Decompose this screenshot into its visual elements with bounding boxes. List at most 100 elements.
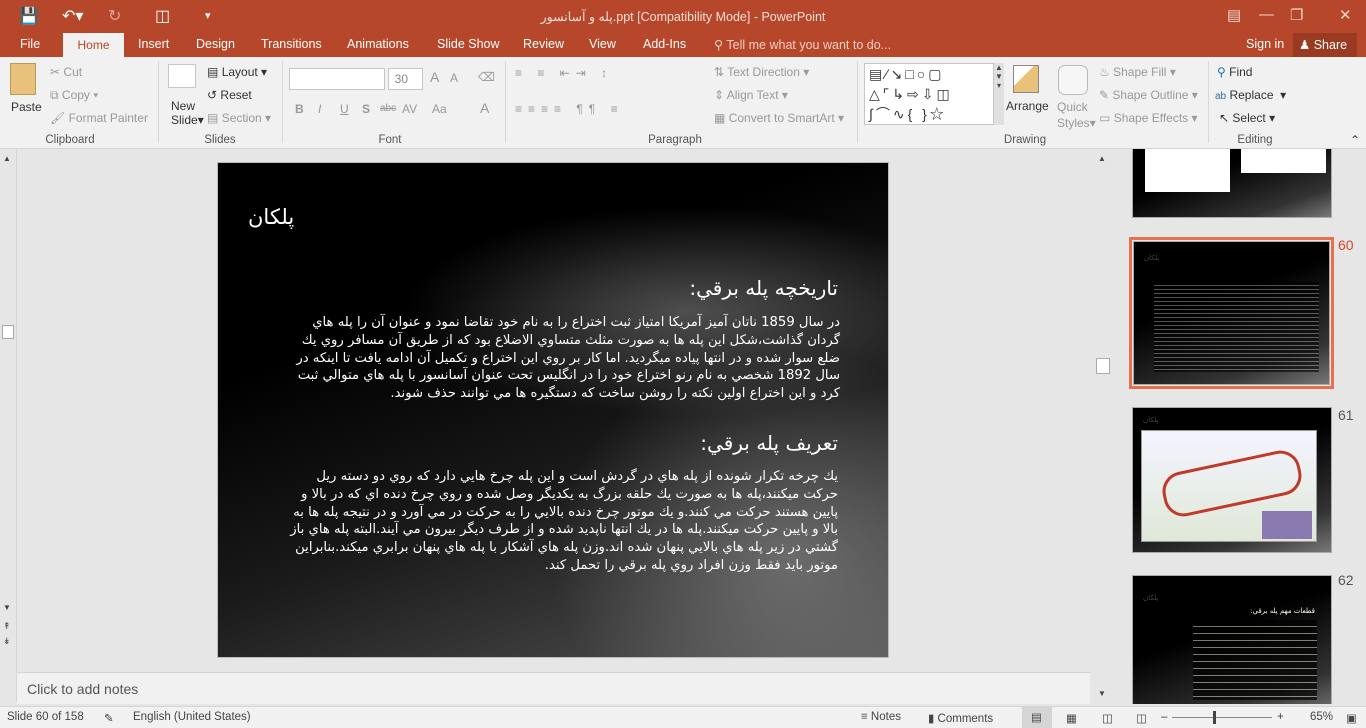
- scroll-up-icon[interactable]: ▲: [3, 154, 11, 163]
- shape-fill-button[interactable]: ♨ Shape Fill ▾: [1099, 65, 1176, 79]
- shapes-gallery-scroll[interactable]: ▲ ▼ ▾: [994, 63, 1004, 125]
- ribbon-display-options-icon[interactable]: ▤: [1227, 6, 1241, 24]
- scroll-down-icon[interactable]: ▼: [1098, 689, 1106, 698]
- tab-view[interactable]: View: [589, 37, 616, 51]
- group-label-editing: Editing: [1237, 134, 1273, 146]
- notes-button[interactable]: ≡ Notes: [861, 711, 901, 723]
- thumbnail-image: [1241, 149, 1326, 173]
- tab-slide-show[interactable]: Slide Show: [437, 37, 500, 51]
- paste-icon[interactable]: [10, 63, 36, 95]
- spell-check-icon[interactable]: ✎: [104, 711, 114, 725]
- font-name-combo[interactable]: [289, 68, 385, 90]
- comments-button[interactable]: ▮ Comments: [928, 711, 993, 725]
- share-button[interactable]: ♟ Share: [1293, 33, 1357, 57]
- fit-slide-icon[interactable]: ▣: [1346, 711, 1357, 725]
- scroll-down-icon[interactable]: ▼: [3, 603, 11, 612]
- next-slide-icon[interactable]: ↡: [3, 636, 11, 647]
- character-spacing-button[interactable]: AV: [402, 102, 417, 116]
- zoom-slider[interactable]: [1172, 717, 1272, 718]
- tab-insert[interactable]: Insert: [138, 37, 169, 51]
- restore-button[interactable]: ❐: [1290, 6, 1303, 24]
- select-button[interactable]: ↖ Select ▾: [1219, 111, 1275, 125]
- bold-button[interactable]: B: [295, 102, 304, 116]
- convert-to-smartart-button[interactable]: ▦ Convert to SmartArt ▾: [714, 111, 844, 125]
- italic-button[interactable]: I: [318, 102, 321, 116]
- thumbnail-slide-62[interactable]: پلکان قطعات مهم پله برقي:: [1132, 575, 1332, 704]
- find-button[interactable]: ⚲ Find: [1217, 65, 1252, 79]
- thumbnail-slide-59[interactable]: [1132, 149, 1332, 218]
- grow-font-button[interactable]: A: [430, 69, 439, 85]
- tell-me-search[interactable]: ⚲ Tell me what you want to do...: [714, 37, 891, 52]
- reset-button[interactable]: ↺ Reset: [207, 88, 252, 102]
- clear-formatting-icon[interactable]: ⌫: [478, 70, 495, 84]
- shadow-button[interactable]: S: [362, 102, 370, 116]
- underline-button[interactable]: U: [340, 102, 349, 116]
- left-scrollbar[interactable]: ▲ ▼ ↟ ↡: [0, 149, 17, 702]
- tab-add-ins[interactable]: Add-Ins: [643, 37, 686, 51]
- heading-history[interactable]: تاريخچه پله برقي:: [288, 276, 838, 300]
- quick-styles-button[interactable]: Quick Styles▾: [1057, 99, 1096, 131]
- strikethrough-button[interactable]: abc: [380, 103, 396, 114]
- tab-animations[interactable]: Animations: [347, 37, 409, 51]
- close-button[interactable]: ✕: [1339, 6, 1352, 24]
- paragraph-definition[interactable]: يك چرخه تكرار شونده از پله هاي در گردش ا…: [280, 468, 838, 575]
- align-text-button[interactable]: ⇕ Align Text ▾: [714, 88, 788, 102]
- tab-design[interactable]: Design: [196, 37, 235, 51]
- tab-review[interactable]: Review: [523, 37, 564, 51]
- thumbnail-scrollbar[interactable]: ▲ ▼: [1094, 149, 1112, 704]
- collapse-ribbon-icon[interactable]: ⌃: [1350, 133, 1360, 147]
- new-slide-icon[interactable]: [168, 64, 196, 88]
- heading-definition[interactable]: تعريف پله برقي:: [288, 431, 838, 455]
- scroll-thumb[interactable]: [2, 325, 14, 339]
- shape-outline-button[interactable]: ✎ Shape Outline ▾: [1099, 88, 1198, 102]
- thumbnail-slide-61[interactable]: پلکان: [1132, 407, 1332, 553]
- scissors-icon: ✂: [50, 65, 61, 79]
- previous-slide-icon[interactable]: ↟: [3, 621, 11, 632]
- zoom-in-button[interactable]: +: [1277, 711, 1284, 723]
- cut-button[interactable]: ✂ Cut: [50, 65, 82, 79]
- sign-in-link[interactable]: Sign in: [1246, 37, 1284, 51]
- tab-file[interactable]: File: [20, 37, 40, 51]
- paragraph-history[interactable]: در سال 1859 ناتان آميز آمريكا امتياز ثبت…: [290, 314, 840, 403]
- arrange-button[interactable]: Arrange: [1006, 99, 1049, 113]
- scroll-up-icon[interactable]: ▲: [1098, 154, 1106, 163]
- zoom-slider-thumb[interactable]: [1213, 711, 1216, 724]
- reading-view-icon[interactable]: ◫: [1102, 711, 1113, 725]
- slide-title[interactable]: پلکان: [248, 205, 294, 229]
- shapes-gallery[interactable]: ▤∕↘□○▢ △⌜↳⇨⇩◫ ∫⌒∿{ }☆: [864, 63, 994, 125]
- brush-icon: 🖌: [50, 111, 66, 125]
- zoom-level[interactable]: 65%: [1310, 711, 1333, 723]
- minimize-button[interactable]: —: [1259, 6, 1274, 23]
- copy-button[interactable]: ⧉ Copy ▾: [50, 88, 98, 103]
- slide-show-view-icon[interactable]: ◫: [1136, 711, 1147, 725]
- font-color-button[interactable]: A: [480, 100, 489, 116]
- format-painter-button[interactable]: 🖌 Format Painter: [50, 111, 148, 125]
- slide-canvas[interactable]: پلکان تاريخچه پله برقي: در سال 1859 ناتا…: [217, 162, 889, 658]
- tab-home[interactable]: Home: [63, 33, 124, 57]
- quick-styles-icon: [1058, 65, 1088, 95]
- section-button[interactable]: ▤ Section ▾: [207, 111, 271, 125]
- shrink-font-button[interactable]: A: [450, 71, 458, 85]
- alignment-buttons[interactable]: ≡≡≡≡ ¶¶ ≡: [515, 102, 624, 116]
- tab-transitions[interactable]: Transitions: [261, 37, 322, 51]
- layout-button[interactable]: ▤ Layout ▾: [207, 65, 267, 79]
- scroll-thumb[interactable]: [1096, 358, 1110, 374]
- thumbnail-slide-60-selected[interactable]: پلکان: [1129, 237, 1334, 389]
- new-slide-button[interactable]: New Slide▾: [171, 99, 204, 127]
- text-direction-button[interactable]: ⇅ Text Direction ▾: [714, 65, 809, 79]
- normal-view-button[interactable]: ▤: [1022, 707, 1052, 728]
- paint-bucket-icon: ♨: [1099, 65, 1110, 79]
- shape-effects-button[interactable]: ▭ Shape Effects ▾: [1099, 111, 1198, 125]
- slide-sorter-view-icon[interactable]: ▦: [1066, 711, 1077, 725]
- escalator-chain: [1158, 446, 1306, 521]
- font-size-combo[interactable]: 30: [388, 68, 423, 90]
- thumbnail-slide-60: پلکان: [1133, 241, 1330, 385]
- list-buttons[interactable]: ≡ ≡ ⇤⇥ ↕: [515, 66, 613, 80]
- paste-button[interactable]: Paste: [11, 100, 42, 114]
- language-indicator[interactable]: English (United States): [133, 711, 251, 723]
- change-case-button[interactable]: Aa: [432, 102, 447, 116]
- replace-button[interactable]: ab Replace ▾: [1215, 88, 1286, 102]
- zoom-out-button[interactable]: –: [1161, 711, 1167, 723]
- divider: [1208, 61, 1209, 143]
- notes-pane[interactable]: Click to add notes: [17, 672, 1090, 704]
